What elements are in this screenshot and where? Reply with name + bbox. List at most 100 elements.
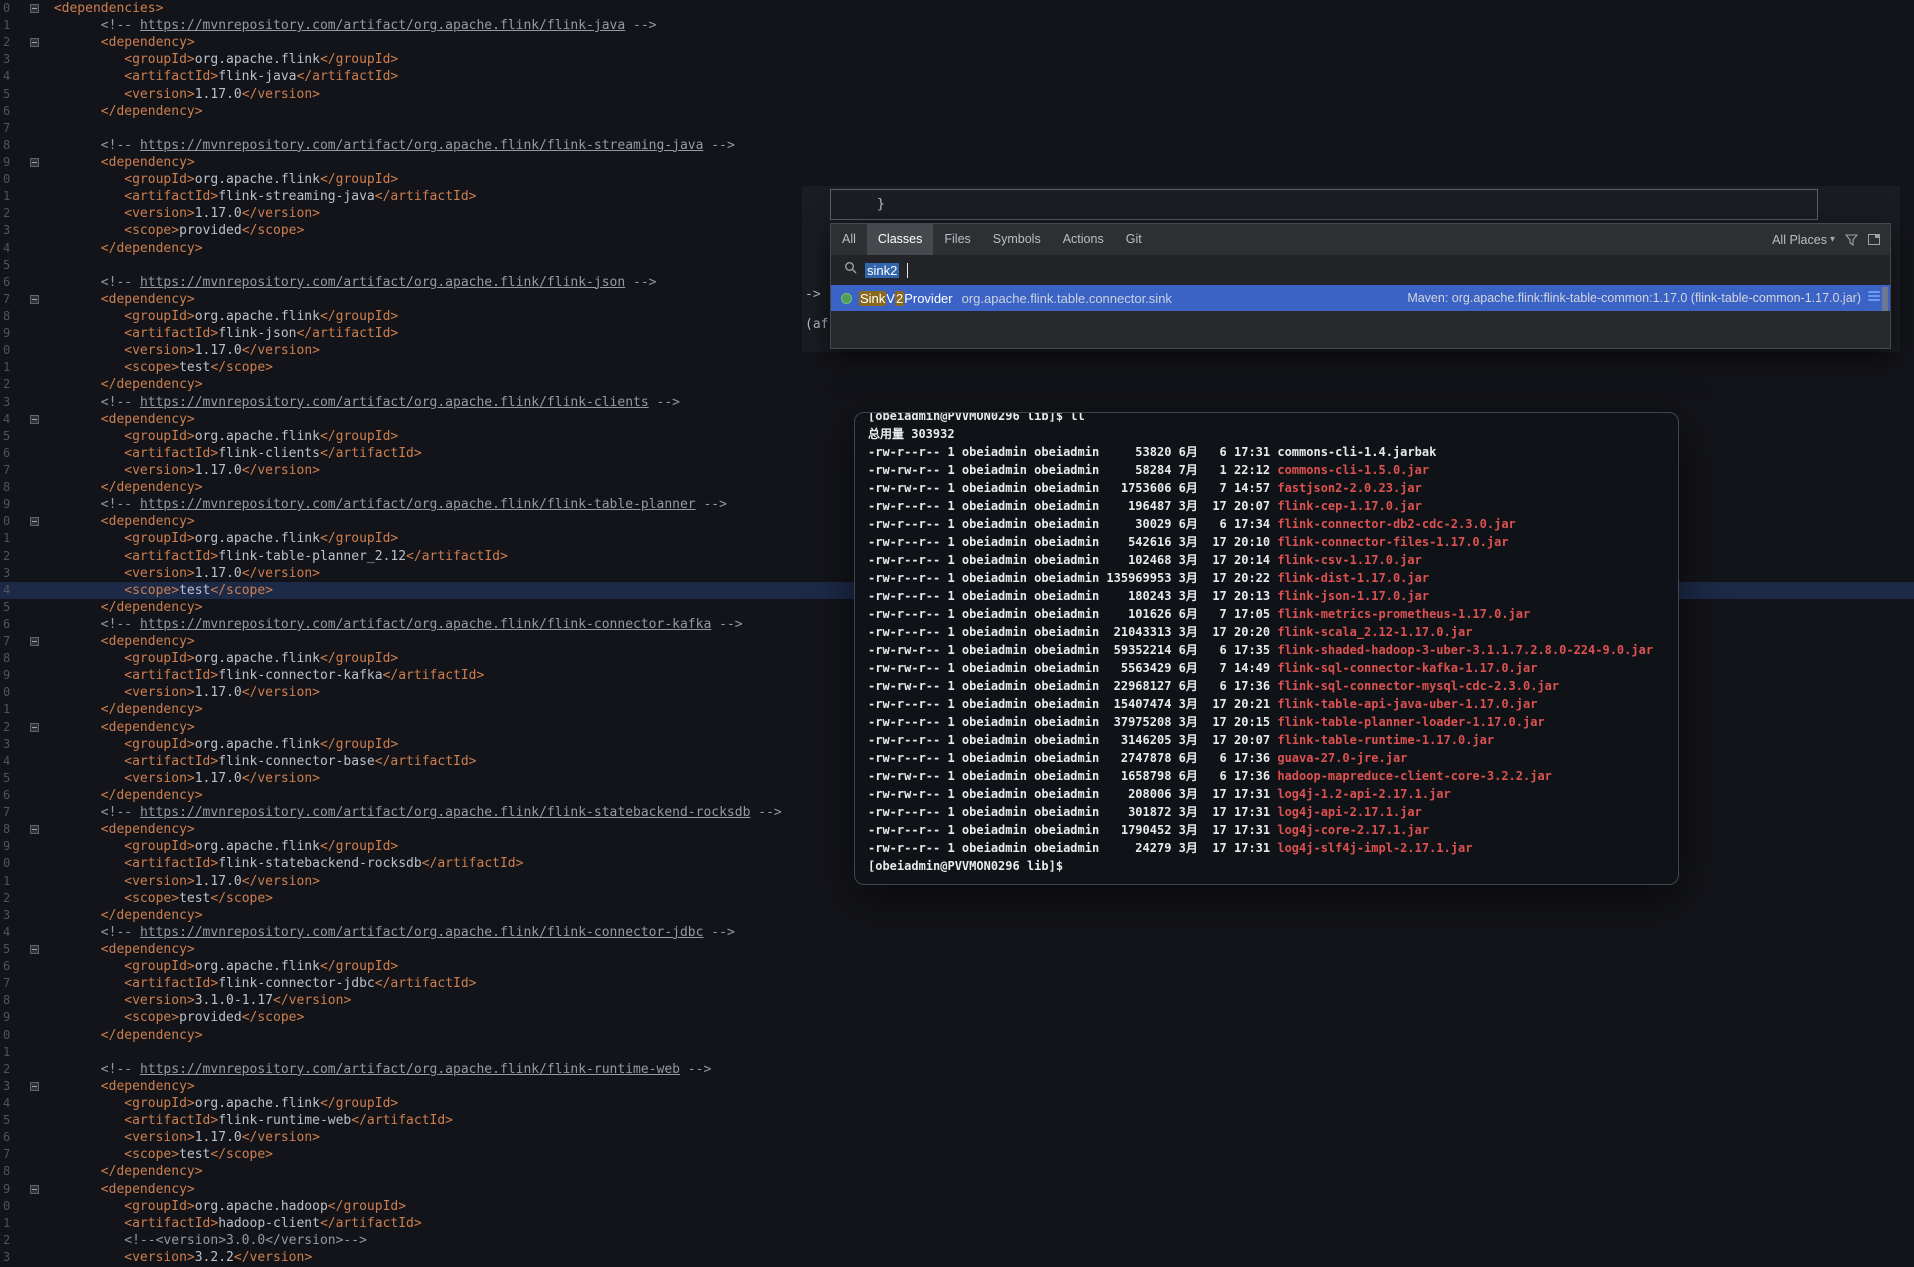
file-attrs: -rw-r--r-- 1 obeiadmin obeiadmin 101626 … <box>868 607 1278 621</box>
gutter: 6 <box>0 445 46 462</box>
open-in-find-window-icon[interactable] <box>1868 234 1880 245</box>
editor-line[interactable]: 0 <dependencies> <box>0 0 1914 17</box>
editor-line[interactable]: 2 <!--<version>3.0.0</version>--> <box>0 1232 1914 1249</box>
editor-line[interactable]: 7 <box>0 120 1914 137</box>
gutter: 0 <box>0 1198 46 1215</box>
terminal-window[interactable]: [obeiadmin@PVVMON0296 lib]$ ll 总用量 303932… <box>854 412 1679 885</box>
file-name: flink-sql-connector-mysql-cdc-2.3.0.jar <box>1277 679 1560 693</box>
editor-line[interactable]: 1 <box>0 1044 1914 1061</box>
tab-git[interactable]: Git <box>1115 224 1153 255</box>
line-number: 0 <box>3 1198 11 1213</box>
fold-marker-icon[interactable] <box>30 945 39 955</box>
editor-line[interactable]: 0 </dependency> <box>0 1027 1914 1044</box>
all-places-dropdown[interactable]: All Places ▾ <box>1772 233 1835 247</box>
fold-marker-icon[interactable] <box>30 637 39 647</box>
tab-symbols[interactable]: Symbols <box>982 224 1052 255</box>
editor-line[interactable]: 1 <!-- https://mvnrepository.com/artifac… <box>0 17 1914 34</box>
editor-line[interactable]: 5 <artifactId>flink-runtime-web</artifac… <box>0 1112 1914 1129</box>
gutter: 9 <box>0 325 46 342</box>
editor-line[interactable]: 3 <version>3.2.2</version> <box>0 1249 1914 1266</box>
code-text: <!-- https://mvnrepository.com/artifact/… <box>100 137 735 153</box>
gutter: 6 <box>0 1129 46 1146</box>
fold-marker-icon[interactable] <box>30 38 39 48</box>
line-number: 0 <box>3 1 11 15</box>
fold-marker-icon[interactable] <box>30 825 39 835</box>
editor-line[interactable]: 8 </dependency> <box>0 1163 1914 1180</box>
fold-marker-icon[interactable] <box>30 1081 39 1091</box>
code-text: </dependency> <box>100 788 203 804</box>
editor-line[interactable]: 6 <version>1.17.0</version> <box>0 1129 1914 1146</box>
editor-line[interactable]: 3 <!-- https://mvnrepository.com/artifac… <box>0 394 1914 411</box>
line-number: 4 <box>3 924 11 939</box>
editor-line[interactable]: 5 <version>1.17.0</version> <box>0 86 1914 103</box>
gutter: 3 <box>0 907 46 924</box>
gutter: 5 <box>0 257 46 274</box>
fold-marker-icon[interactable] <box>30 517 39 527</box>
gutter: 9 <box>0 838 46 855</box>
editor-line[interactable]: 9 <scope>provided</scope> <box>0 1009 1914 1026</box>
terminal-file-row: -rw-r--r-- 1 obeiadmin obeiadmin 180243 … <box>868 587 1665 605</box>
tab-actions[interactable]: Actions <box>1052 224 1115 255</box>
editor-line[interactable]: 2 <!-- https://mvnrepository.com/artifac… <box>0 1061 1914 1078</box>
editor-line[interactable]: 2 <scope>test</scope> <box>0 890 1914 907</box>
gutter: 2 <box>0 34 46 51</box>
editor-line[interactable]: 8 <!-- https://mvnrepository.com/artifac… <box>0 137 1914 154</box>
terminal-file-row: -rw-rw-r-- 1 obeiadmin obeiadmin 208006 … <box>868 785 1665 803</box>
editor-line[interactable]: 0 <groupId>org.apache.hadoop</groupId> <box>0 1198 1914 1215</box>
editor-line[interactable]: 2 </dependency> <box>0 376 1914 393</box>
editor-line[interactable]: 3 <groupId>org.apache.flink</groupId> <box>0 51 1914 68</box>
editor-line[interactable]: 4 <!-- https://mvnrepository.com/artifac… <box>0 924 1914 941</box>
file-name: log4j-1.2-api-2.17.1.jar <box>1277 787 1451 801</box>
search-result-row[interactable]: SinkV2Provider org.apache.flink.table.co… <box>831 285 1890 311</box>
line-number: 5 <box>3 942 11 957</box>
gutter: 7 <box>0 291 46 308</box>
gutter: 0 <box>0 513 46 530</box>
fold-marker-icon[interactable] <box>30 158 39 168</box>
line-number: 7 <box>3 120 11 135</box>
editor-line[interactable]: 5 <dependency> <box>0 941 1914 958</box>
tab-classes[interactable]: Classes <box>866 224 934 255</box>
fold-marker-icon[interactable] <box>30 1184 39 1194</box>
fold-marker-icon[interactable] <box>30 414 39 424</box>
gutter: 2 <box>0 890 46 907</box>
editor-line[interactable]: 4 <artifactId>flink-java</artifactId> <box>0 68 1914 85</box>
editor-line[interactable]: 1 <artifactId>hadoop-client</artifactId> <box>0 1215 1914 1232</box>
code-text: <!-- https://mvnrepository.com/artifact/… <box>100 274 657 290</box>
editor-line[interactable]: 3 <dependency> <box>0 1078 1914 1095</box>
code-text: <groupId>org.apache.flink</groupId> <box>124 959 399 975</box>
code-text: <version>1.17.0</version> <box>124 565 320 581</box>
fold-marker-icon[interactable] <box>30 294 39 304</box>
gutter: 0 <box>0 1027 46 1044</box>
editor-line[interactable]: 4 <groupId>org.apache.flink</groupId> <box>0 1095 1914 1112</box>
editor-line[interactable]: 8 <version>3.1.0-1.17</version> <box>0 992 1914 1009</box>
line-number: 9 <box>3 326 11 341</box>
editor-line[interactable]: 7 <artifactId>flink-connector-jdbc</arti… <box>0 975 1914 992</box>
editor-line[interactable]: 1 <scope>test</scope> <box>0 359 1914 376</box>
terminal-file-row: -rw-rw-r-- 1 obeiadmin obeiadmin 1658798… <box>868 767 1665 785</box>
tab-all[interactable]: All <box>831 224 867 255</box>
editor-line[interactable]: 6 <groupId>org.apache.flink</groupId> <box>0 958 1914 975</box>
filter-icon[interactable] <box>1845 233 1858 246</box>
line-number: 2 <box>3 890 11 905</box>
editor-line[interactable]: 9 <dependency> <box>0 1181 1914 1198</box>
editor-line[interactable]: 9 <dependency> <box>0 154 1914 171</box>
gutter: 6 <box>0 958 46 975</box>
search-field[interactable]: sink2 <box>831 256 1890 285</box>
editor-line[interactable]: 6 </dependency> <box>0 103 1914 120</box>
gutter: 4 <box>0 753 46 770</box>
file-name: commons-cli-1.4.jarbak <box>1277 445 1437 459</box>
line-number: 5 <box>3 599 11 614</box>
terminal-file-row: -rw-r--r-- 1 obeiadmin obeiadmin 1790452… <box>868 821 1665 839</box>
editor-line[interactable]: 7 <scope>test</scope> <box>0 1146 1914 1163</box>
scrollbar-thumb[interactable] <box>1882 287 1888 311</box>
line-number: 1 <box>3 189 11 204</box>
fold-marker-icon[interactable] <box>30 722 39 732</box>
editor-line[interactable]: 3 </dependency> <box>0 907 1914 924</box>
chevron-down-icon: ▾ <box>1829 234 1835 245</box>
editor-line[interactable]: 2 <dependency> <box>0 34 1914 51</box>
gutter: 8 <box>0 821 46 838</box>
fold-marker-icon[interactable] <box>30 4 39 14</box>
gutter: 2 <box>0 205 46 222</box>
tab-files[interactable]: Files <box>933 224 981 255</box>
line-number: 8 <box>3 651 11 666</box>
